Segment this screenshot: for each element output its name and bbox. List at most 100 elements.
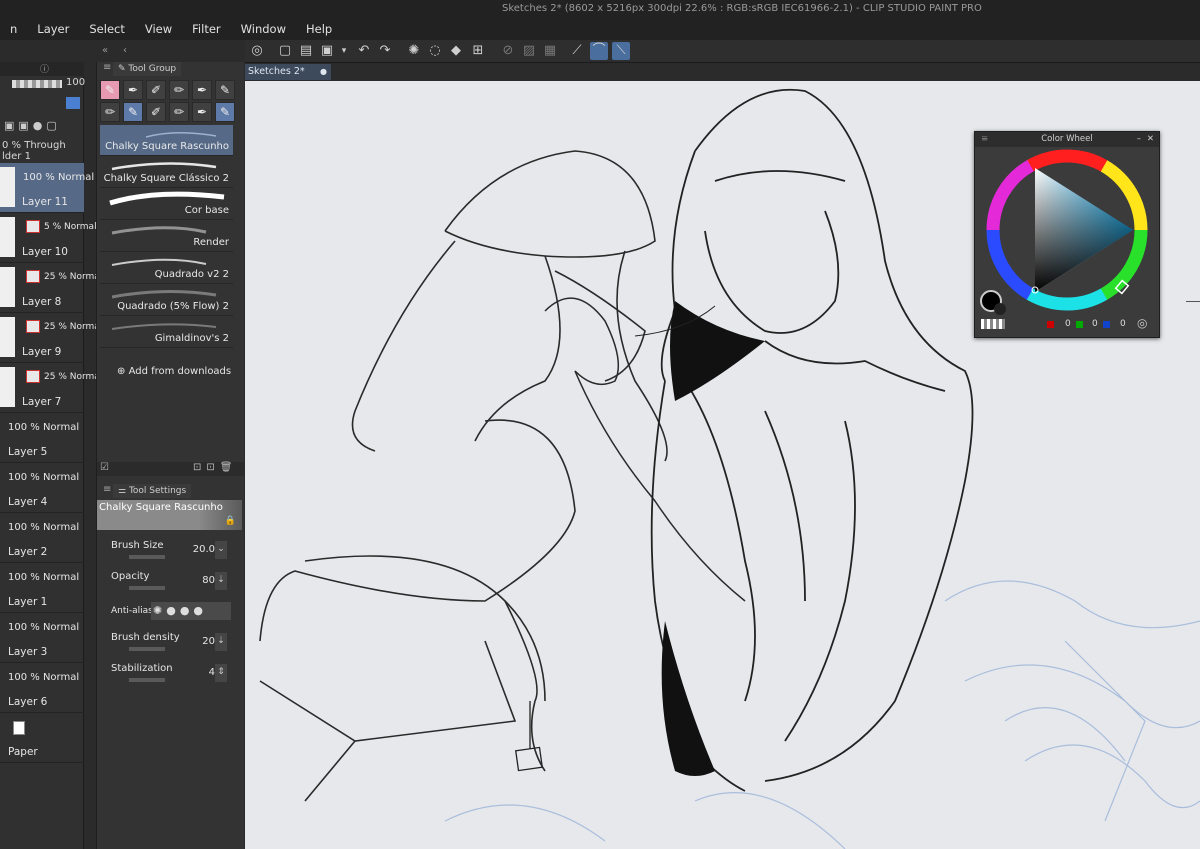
menu-item-layer[interactable]: Layer [27,20,79,38]
layer-row[interactable]: 100 % Normal Layer 11 [0,163,94,213]
brush-pen-icon[interactable]: ✎ [215,80,235,100]
fill-icon[interactable]: ◆ [447,42,465,60]
layer-blend: 100 % Normal [8,622,80,633]
collapse-left-icon[interactable]: ‹ [116,42,134,60]
add-from-downloads-button[interactable]: ⊕ Add from downloads [117,366,231,377]
brush-item[interactable]: Render [100,221,233,252]
brush-item[interactable]: Cor base [100,189,233,220]
color-settings-icon[interactable]: ◎ [1137,316,1147,330]
deselect-icon[interactable]: ⊘ [499,42,517,60]
charcoal-icon[interactable]: ✒ [192,102,212,122]
tab-close-icon[interactable]: ● [320,64,327,80]
layer-row[interactable]: 100 % Normal Layer 6 [0,663,84,713]
brush-size-row: Brush Size 20.0 ⌄ [111,540,229,570]
layer-color-icon[interactable] [66,97,80,109]
ink-pen-icon[interactable]: ✒ [192,80,212,100]
opacity-spin-icon[interactable]: ⇣ [215,572,227,590]
collapse-panels-icon[interactable]: « [96,42,114,60]
sketch-pencil-icon[interactable]: ✎ [215,102,235,122]
pencil-icon[interactable]: ✏ [169,80,189,100]
snap-to-special-ruler-icon[interactable]: ⌒ [590,42,608,60]
open-file-icon[interactable]: ▤ [297,42,315,60]
new-file-icon[interactable]: ▢ [276,42,294,60]
lock-icon[interactable]: 🔒 [225,516,236,526]
tool-group-icon: ✎ [118,64,129,74]
tab-tool-group[interactable]: ✎ Tool Group [113,62,182,76]
clear-icon[interactable]: ◌ [426,42,444,60]
transparent-color-icon[interactable] [981,319,1005,329]
brush-item[interactable]: Quadrado v2 2 [100,253,233,284]
pen-icon[interactable]: ✎ [100,80,120,100]
tab-tool-settings[interactable]: ⚌ Tool Settings [113,484,192,498]
layer-row[interactable]: 5 % Normal Layer 10 [0,213,97,263]
layer-blend: 5 % Normal [44,222,97,232]
green-value: 0 [1092,319,1098,329]
layer-row[interactable]: 100 % Normal Layer 5 [0,413,84,463]
brush-density-slider[interactable] [129,647,165,651]
layer-name: Layer 10 [22,246,68,258]
invert-selection-icon[interactable]: ▨ [520,42,538,60]
layer-panel: ⓘ 100 ▣▣●▢ 0 % Through lder 1 100 % Norm… [0,62,102,849]
menu-item-view[interactable]: View [135,20,182,38]
opacity-slider[interactable] [129,586,165,590]
panel-menu-icon[interactable]: ≡ [103,62,111,73]
subtool-actions-icon[interactable]: ⊡⊡🗑 [193,462,237,473]
marker-icon[interactable]: ✐ [146,80,166,100]
anti-aliasing-selector[interactable]: ✺●●● [151,602,231,620]
menu-item-select[interactable]: Select [79,20,134,38]
brush-item[interactable]: Chalky Square Rascunho [100,125,233,156]
info-icon[interactable]: ⓘ [40,62,49,75]
menu-item-filter[interactable]: Filter [182,20,230,38]
snap-to-grid-icon[interactable]: ⟍ [612,42,630,60]
brush-size-slider[interactable] [129,555,165,559]
layer-row[interactable]: 100 % Normal Layer 1 [0,563,84,613]
subtool-settings-icon[interactable]: ☑ [100,462,109,473]
pencil-alt-icon[interactable]: ✏ [100,102,120,122]
snap-to-ruler-icon[interactable]: ⟋ [568,42,586,60]
redo-icon[interactable]: ↷ [376,42,394,60]
stabilization-slider[interactable] [129,678,165,682]
layer-row[interactable]: 100 % Normal Layer 3 [0,613,84,663]
menu-item-window[interactable]: Window [231,20,296,38]
sub-color-swatch[interactable] [994,303,1006,315]
layer-blend: 25 % Normal [44,322,103,332]
panel-menu-icon[interactable]: ≡ [103,484,111,495]
layer-row[interactable]: 25 % Normal Layer 9 [0,313,102,363]
command-bar: ◎ ▢ ▤ ▣ ▾ ↶ ↷ ✺ ◌ ◆ ⊞ ⊘ ▨ ▦ ⟋ ⌒ ⟍ [245,40,1200,63]
layer-row[interactable]: 100 % Normal Layer 4 [0,463,84,513]
opacity-value: 80 [202,575,215,586]
layer-blend: 100 % Normal [8,472,80,483]
brush-item[interactable]: Gimaldinov's 2 [100,317,233,348]
transform-icon[interactable]: ⊞ [469,42,487,60]
save-icon[interactable]: ▣ [318,42,336,60]
color-wheel[interactable] [975,144,1161,314]
document-tab[interactable]: Sketches 2* ● [245,64,331,80]
opacity-slider[interactable] [12,80,62,88]
pastel-icon[interactable]: ✐ [146,102,166,122]
clip-studio-icon[interactable]: ◎ [248,42,266,60]
layer-row-paper[interactable]: Paper [0,713,84,763]
layer-row[interactable]: 25 % Normal Layer 7 [0,363,102,413]
pen-tool-icon[interactable]: ✒ [123,80,143,100]
current-brush-name: Chalky Square Rascunho [99,502,223,513]
sub-tool-panel: ≡ ✎ Tool Group ✎ ✒ ✐ ✏ ✒ ✎ ✏ ✎ ✐ ✏ ✒ ✎ C… [96,62,244,462]
stabilization-spin-icon[interactable]: ⇕ [215,664,227,682]
layer-tools-icon[interactable]: ▣▣●▢ [4,119,61,132]
menu-item-file[interactable]: n [0,20,27,38]
brush-density-spin-icon[interactable]: ⇣ [215,633,227,651]
brush-size-value: 20.0 [192,544,215,555]
menu-item-help[interactable]: Help [296,20,342,38]
layer-row[interactable]: 25 % Normal Layer 8 [0,263,102,313]
selection-border-icon[interactable]: ▦ [541,42,559,60]
pencil-selected-icon[interactable]: ✎ [123,102,143,122]
brush-size-dropdown-icon[interactable]: ⌄ [215,541,227,559]
layer-row[interactable]: 100 % Normal Layer 2 [0,513,84,563]
layer-blend: 100 % Normal [8,672,80,683]
undo-icon[interactable]: ↶ [355,42,373,60]
brush-item[interactable]: Chalky Square Clássico 2 [100,157,233,188]
layer-name: Layer 7 [22,396,62,408]
save-dropdown-icon[interactable]: ▾ [335,42,353,60]
loading-icon[interactable]: ✺ [405,42,423,60]
brush-item[interactable]: Quadrado (5% Flow) 2 [100,285,233,316]
crayon-icon[interactable]: ✏ [169,102,189,122]
